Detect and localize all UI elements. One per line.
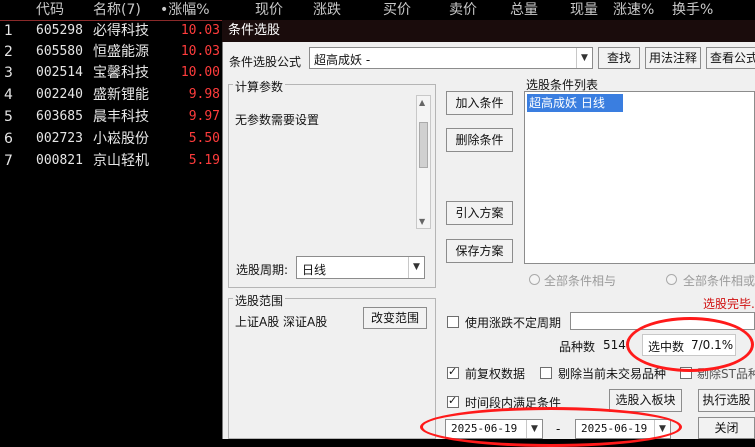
scrollbar-thumb[interactable] — [419, 122, 428, 168]
row-pct: 9.98 — [188, 87, 220, 102]
and-radio-label: 全部条件相与 — [544, 274, 617, 288]
row-code: 603685 — [36, 109, 83, 124]
count-value: 514 — [603, 338, 626, 352]
row-name: 盛新锂能 — [93, 87, 149, 103]
table-row[interactable]: 6 002723 小崧股份 5.50 — [0, 129, 222, 149]
table-row[interactable]: 2 605580 恒盛能源 10.03 — [0, 42, 222, 62]
table-row[interactable]: 5 603685 晨丰科技 9.97 — [0, 107, 222, 127]
period-value: 日线 — [302, 263, 327, 277]
period-condition-checkbox[interactable] — [447, 394, 459, 408]
status-text: 选股完毕. — [703, 297, 755, 311]
formula-value: 超高成妖 - — [314, 53, 371, 67]
usage-notes-button[interactable]: 用法注释 — [645, 47, 701, 69]
row-code: 000821 — [36, 153, 83, 168]
find-button[interactable]: 查找 — [598, 47, 640, 69]
row-index: 2 — [4, 44, 13, 60]
change-range-button[interactable]: 改变范围 — [363, 307, 427, 329]
col-price[interactable]: 现价 — [255, 0, 283, 20]
col-turnover[interactable]: 换手% — [672, 0, 713, 20]
irregular-period-checkbox[interactable] — [447, 316, 459, 328]
range-title: 选股范围 — [233, 292, 286, 309]
row-index: 5 — [4, 109, 13, 125]
params-text: 无参数需要设置 — [235, 113, 320, 127]
row-pct: 5.50 — [188, 131, 220, 146]
table-row[interactable]: 7 000821 京山轻机 5.19 — [0, 151, 222, 171]
formula-label: 条件选股公式 — [229, 55, 302, 69]
highlight-ellipse — [420, 407, 682, 447]
formula-select[interactable]: 超高成妖 - ▼ — [309, 47, 593, 69]
row-name: 晨丰科技 — [93, 109, 149, 125]
import-scheme-button[interactable]: 引入方案 — [446, 201, 513, 225]
row-pct: 10.03 — [180, 23, 220, 38]
chevron-down-icon[interactable]: ▼ — [408, 257, 424, 278]
row-code: 605580 — [36, 44, 83, 59]
col-current-vol[interactable]: 现量 — [570, 0, 598, 20]
table-row[interactable]: 4 002240 盛新锂能 9.98 — [0, 85, 222, 105]
row-pct: 10.00 — [180, 65, 220, 80]
add-condition-button[interactable]: 加入条件 — [446, 91, 513, 115]
row-name: 宝馨科技 — [93, 65, 149, 81]
adjusted-data-label: 前复权数据 — [465, 367, 526, 381]
table-row[interactable]: 3 002514 宝馨科技 10.00 — [0, 63, 222, 83]
exclude-untraded-label: 剔除当前未交易品种 — [558, 367, 667, 381]
row-index: 4 — [4, 87, 13, 103]
row-name: 京山轻机 — [93, 153, 149, 169]
run-screening-button[interactable]: 执行选股 — [698, 389, 755, 412]
irregular-period-label: 使用涨跌不定周期 — [465, 316, 562, 330]
row-index: 6 — [4, 131, 13, 147]
col-name[interactable]: 名称(7) — [93, 0, 141, 20]
row-name: 恒盛能源 — [93, 44, 149, 60]
params-scrollbar[interactable]: ▲ ▼ — [416, 95, 431, 229]
highlight-ellipse — [626, 317, 754, 372]
col-change[interactable]: 涨跌 — [313, 0, 341, 20]
adjusted-data-checkbox[interactable] — [447, 365, 459, 379]
row-code: 002723 — [36, 131, 83, 146]
row-pct: 5.19 — [188, 153, 220, 168]
col-code[interactable]: 代码 — [36, 0, 64, 20]
add-to-board-button[interactable]: 选股入板块 — [609, 389, 682, 412]
period-label: 选股周期: — [236, 263, 289, 277]
exclude-untraded-checkbox[interactable] — [540, 367, 552, 379]
condition-item[interactable]: 超高成妖 日线 — [527, 94, 623, 112]
and-radio[interactable] — [529, 274, 540, 285]
or-radio-label: 全部条件相或 — [683, 274, 755, 288]
count-label: 品种数 — [559, 340, 596, 354]
scroll-up-icon[interactable]: ▲ — [419, 98, 425, 107]
row-index: 3 — [4, 65, 13, 81]
row-index: 1 — [4, 23, 13, 39]
chevron-down-icon[interactable]: ▼ — [576, 48, 592, 68]
row-code: 002240 — [36, 87, 83, 102]
quote-header: 代码 名称(7) •涨幅% 现价 涨跌 买价 卖价 总量 现量 涨速% 换手% — [0, 0, 755, 21]
row-name: 小崧股份 — [93, 131, 149, 147]
close-button[interactable]: 关闭 — [698, 417, 755, 439]
params-title: 计算参数 — [233, 78, 286, 95]
range-text: 上证A股 深证A股 — [235, 315, 328, 329]
row-code: 605298 — [36, 23, 83, 38]
table-row[interactable]: 1 605298 必得科技 10.03 — [0, 21, 222, 41]
dialog-title: 条件选股 — [228, 23, 281, 38]
col-bid[interactable]: 买价 — [383, 0, 411, 20]
condition-list[interactable]: 超高成妖 日线 — [524, 91, 755, 264]
col-speed[interactable]: 涨速% — [613, 0, 654, 20]
col-ask[interactable]: 卖价 — [449, 0, 477, 20]
save-scheme-button[interactable]: 保存方案 — [446, 239, 513, 263]
col-volume[interactable]: 总量 — [510, 0, 538, 20]
dialog-titlebar[interactable]: 条件选股 — [222, 20, 755, 42]
col-change-pct[interactable]: •涨幅% — [160, 0, 210, 20]
row-pct: 9.97 — [188, 109, 220, 124]
period-select[interactable]: 日线 ▼ — [296, 256, 425, 279]
row-code: 002514 — [36, 65, 83, 80]
row-index: 7 — [4, 153, 13, 169]
or-radio[interactable] — [666, 274, 677, 285]
delete-condition-button[interactable]: 删除条件 — [446, 128, 513, 152]
row-name: 必得科技 — [93, 23, 149, 39]
view-formula-button[interactable]: 查看公式 — [706, 47, 755, 69]
row-pct: 10.03 — [180, 44, 220, 59]
scroll-down-icon[interactable]: ▼ — [419, 217, 425, 226]
